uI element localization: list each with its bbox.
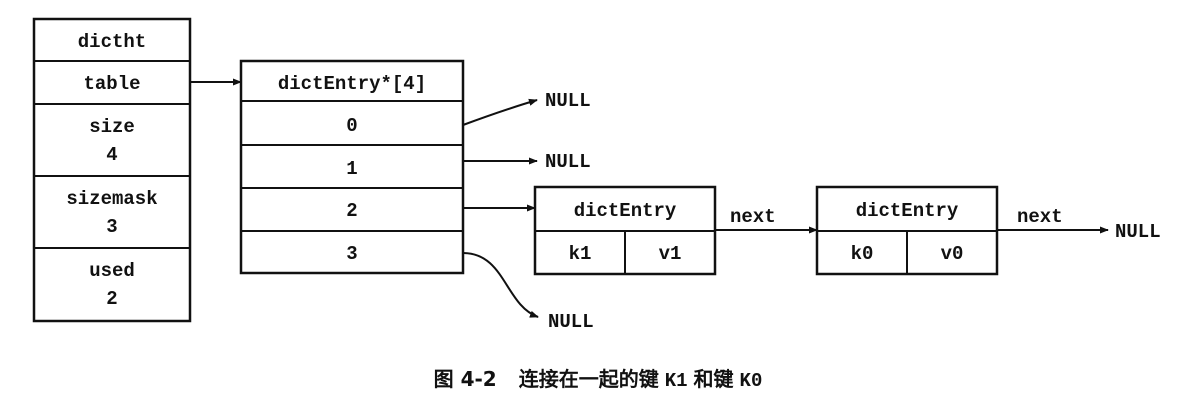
dictht-table-field: table: [83, 73, 140, 95]
dict-entry-k0-key: k0: [851, 243, 874, 265]
dictht-sizemask-value: 3: [106, 216, 117, 238]
null-label-slot-3: NULL: [548, 311, 594, 333]
array-index-2: 2: [346, 200, 357, 222]
dict-entry-k0-value: v0: [941, 243, 964, 265]
null-label-slot-0: NULL: [545, 90, 591, 112]
slot-3-null-arrow: [462, 252, 539, 318]
figure-caption: 图 4-2 连接在一起的键 K1 和键 K0: [434, 367, 763, 392]
caption-key-k0: K0: [740, 370, 763, 392]
array-index-3: 3: [346, 243, 357, 265]
dictht-used-label: used: [89, 260, 135, 282]
dict-entry-k1-value: v1: [659, 243, 682, 265]
next-label-k0: next: [1017, 206, 1063, 228]
dictht-size-value: 4: [106, 144, 117, 166]
array-index-0: 0: [346, 115, 357, 137]
entry-array-title: dictEntry*[4]: [278, 73, 426, 95]
dict-entry-k1: dictEntry k1 v1: [533, 185, 717, 276]
caption-text-mid: 和键: [694, 367, 734, 391]
dictht-sizemask-label: sizemask: [66, 188, 157, 210]
dictht-used-value: 2: [106, 288, 117, 310]
hash-table-diagram: dictht table size 4 sizemask 3 used 2 di…: [32, 17, 1161, 392]
next-label-k1: next: [730, 206, 776, 228]
null-label-slot-1: NULL: [545, 151, 591, 173]
caption-key-k1: K1: [665, 370, 688, 392]
dictht-struct: dictht table size 4 sizemask 3 used 2: [32, 17, 192, 323]
entry-array: dictEntry*[4] 0 1 2 3: [239, 59, 465, 275]
null-label-next-k0: NULL: [1115, 221, 1161, 243]
dict-entry-k0: dictEntry k0 v0: [815, 185, 999, 276]
caption-figure-number: 图 4-2: [434, 367, 497, 391]
dictht-title: dictht: [78, 31, 146, 53]
dict-entry-k1-key: k1: [569, 243, 592, 265]
slot-0-null-arrow: [462, 98, 538, 126]
dict-entry-k1-title: dictEntry: [574, 200, 677, 222]
array-index-1: 1: [346, 158, 357, 180]
dict-entry-k0-title: dictEntry: [856, 200, 959, 222]
dictht-size-label: size: [89, 116, 135, 138]
caption-text-prefix: 连接在一起的键: [519, 367, 659, 391]
